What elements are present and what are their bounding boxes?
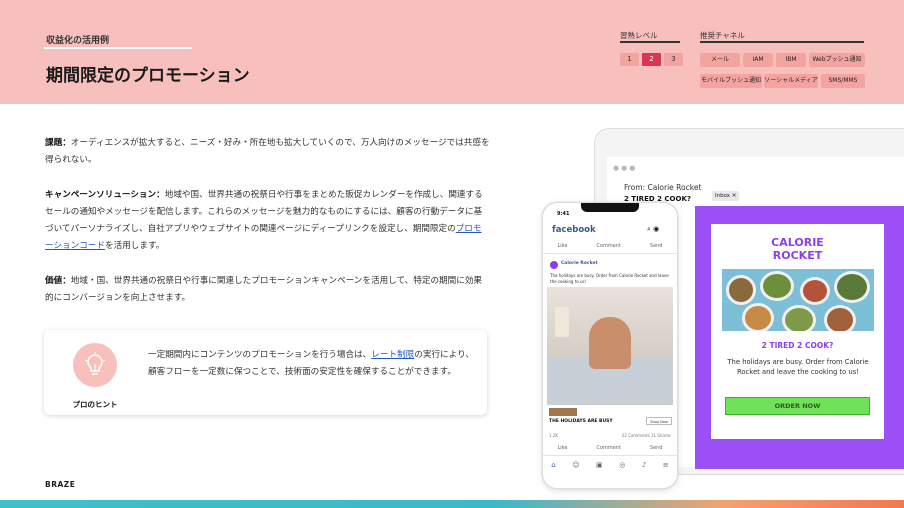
- header-band: 収益化の活用例 期間限定のプロモーション 習熟レベル 1 2 3 推奨チャネル …: [0, 0, 904, 104]
- value-paragraph: 価値：地域・国、世界共通の祝祭日や行事に関連したプロモーションキャンペーンを活用…: [45, 273, 490, 307]
- divider: [543, 253, 677, 254]
- channel-divider: [700, 41, 864, 43]
- email-brand-line2: ROCKET: [772, 249, 823, 262]
- tip-label: プロのヒント: [72, 400, 118, 409]
- like-action[interactable]: Like: [557, 243, 567, 249]
- subtitle-divider: [44, 47, 192, 49]
- likes-count: 1.2K: [549, 433, 558, 438]
- tip-icon-circle: [73, 343, 117, 387]
- fb-tab-bar: ⌂ ☺ ▣ ◎ ♪ ≡: [543, 461, 677, 469]
- level-label: 習熟レベル: [620, 31, 658, 40]
- search-icon[interactable]: ⌕ ◉: [647, 225, 659, 234]
- channel-chip-ibm: IBM: [776, 53, 806, 67]
- solution-paragraph: キャンペーンソリューション：地域や国、世界共通の祝祭日や行事をまとめた販促カレン…: [45, 187, 490, 255]
- channel-chip-web-push: Webプッシュ通知: [809, 53, 865, 67]
- level-3: 3: [664, 53, 683, 66]
- page-title: 期間限定のプロモーション: [46, 66, 250, 86]
- engagement-counts: 1.2K 22 Comments 11 Shares: [549, 433, 671, 438]
- fb-top-actions: Like Comment Send: [543, 243, 677, 249]
- slide: 収益化の活用例 期間限定のプロモーション 習熟レベル 1 2 3 推奨チャネル …: [0, 0, 904, 508]
- marketplace-icon[interactable]: ▣: [596, 461, 603, 469]
- channel-chip-email: メール: [700, 53, 740, 67]
- shop-now-button[interactable]: Shop Now: [646, 417, 672, 425]
- email-card: CALORIE ROCKET 2 TIRED 2 COOK? The holid…: [711, 224, 884, 439]
- email-from: From: Calorie Rocket: [624, 183, 702, 192]
- challenge-label: 課題：: [45, 138, 71, 148]
- comments-count: 22 Comments 11 Shares: [621, 433, 671, 438]
- friends-icon[interactable]: ☺: [572, 461, 579, 469]
- channel-chip-mobile-push: モバイルプッシュ通知: [700, 74, 762, 88]
- lightbulb-icon: [84, 352, 106, 375]
- food-thumbnail: [549, 408, 577, 416]
- email-brand: CALORIE ROCKET: [711, 236, 884, 262]
- menu-icon[interactable]: ≡: [663, 461, 669, 469]
- home-icon[interactable]: ⌂: [551, 461, 555, 469]
- tip-text-before: 一定期間内にコンテンツのプロモーションを行う場合は、: [148, 350, 372, 360]
- channel-chip-iam: IAM: [743, 53, 773, 67]
- email-brand-line1: CALORIE: [771, 236, 824, 249]
- ad-photo: [547, 287, 673, 405]
- divider: [543, 455, 677, 456]
- tip-text: 一定期間内にコンテンツのプロモーションを行う場合は、レート制限の実行により、顧客…: [148, 347, 478, 381]
- level-1: 1: [620, 53, 639, 66]
- value-text: 地域・国、世界共通の祝祭日や行事に関連したプロモーションキャンペーンを活用して、…: [45, 276, 483, 303]
- phone-notch: [581, 203, 639, 212]
- bell-icon[interactable]: ♪: [642, 461, 646, 469]
- section-subtitle: 収益化の活用例: [46, 36, 110, 46]
- food-image: [722, 269, 874, 331]
- email-subject: 2 TIRED 2 COOK?: [624, 195, 691, 203]
- send-action[interactable]: Send: [650, 445, 663, 451]
- footer-gradient-bar: [0, 500, 904, 508]
- email-headline: 2 TIRED 2 COOK?: [761, 341, 834, 350]
- status-time: 9:41: [557, 211, 570, 217]
- channel-label: 推奨チャネル: [700, 31, 745, 40]
- order-now-button[interactable]: ORDER NOW: [725, 397, 870, 415]
- send-action[interactable]: Send: [650, 243, 663, 249]
- challenge-paragraph: 課題：オーディエンスが拡大すると、ニーズ・好み・所在地も拡大していくので、万人向…: [45, 135, 490, 169]
- page-name: Calorie Rocket: [561, 261, 598, 266]
- inbox-tag: Inbox ✕: [712, 191, 740, 201]
- comment-action[interactable]: Comment: [596, 445, 621, 451]
- facebook-logo: facebook: [552, 225, 596, 235]
- channel-chip-sms: SMS/MMS: [821, 74, 865, 88]
- profile-icon[interactable]: ◎: [619, 461, 625, 469]
- solution-label: キャンペーンソリューション：: [45, 190, 165, 200]
- channel-chip-social: ソーシャルメディア: [764, 74, 818, 88]
- window-dots-icon: ●●●: [613, 164, 638, 172]
- email-body: The holidays are busy. Order from Calori…: [727, 358, 869, 376]
- brand-logo: BRAZE: [45, 480, 76, 489]
- ad-title: THE HOLIDAYS ARE BUSY: [549, 419, 613, 424]
- challenge-text: オーディエンスが拡大すると、ニーズ・好み・所在地も拡大していくので、万人向けのメ…: [45, 138, 490, 165]
- solution-tail: を活用します。: [105, 241, 165, 251]
- post-text: The holidays are busy. Order from Calori…: [550, 273, 669, 284]
- rate-limit-link[interactable]: レート制限: [371, 350, 414, 360]
- level-divider: [620, 41, 680, 43]
- fb-post-actions: Like Comment Send: [543, 445, 677, 451]
- comment-action[interactable]: Comment: [596, 243, 621, 249]
- like-action[interactable]: Like: [557, 445, 567, 451]
- page-avatar: [550, 261, 558, 269]
- value-label: 価値：: [45, 276, 71, 286]
- pro-tip-card: プロのヒント 一定期間内にコンテンツのプロモーションを行う場合は、レート制限の実…: [44, 330, 487, 415]
- level-2-selected: 2: [642, 53, 661, 66]
- phone-mockup: 9:41 facebook ⌕ ◉ Like Comment Send Calo…: [543, 203, 677, 488]
